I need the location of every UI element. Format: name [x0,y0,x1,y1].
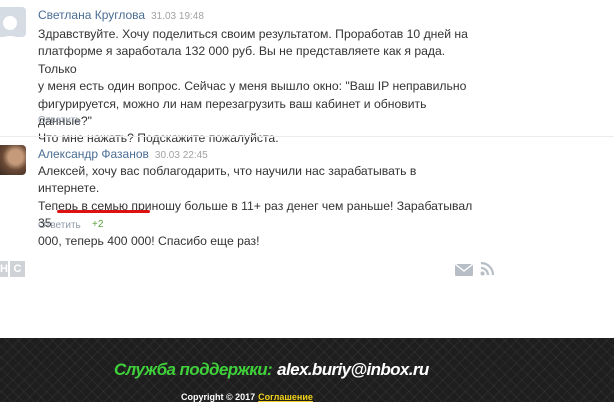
user-icon [3,16,17,37]
comment-author[interactable]: Светлана Круглова 31.03 19:48 [38,8,204,22]
copyright: Copyright © 2017 Соглашение [181,392,313,402]
comment-author[interactable]: Александр Фазанов 30.03 22:45 [38,147,208,161]
reply-link[interactable]: Ответить [38,115,81,126]
support-contact: Служба поддержки: alex.buriy@inbox.ru [114,360,429,380]
rss-icon[interactable] [480,262,494,276]
reply-link[interactable]: Ответить [38,220,81,231]
comment-date: 31.03 19:48 [151,11,204,22]
support-email[interactable]: alex.buriy@inbox.ru [277,360,429,379]
footer: Служба поддержки: alex.buriy@inbox.ru Cop… [0,338,614,402]
comment-line: Алексей, хочу вас поблагодарить, что нау… [38,164,417,196]
comment-line: Что мне нажать? Подскажите пожалуйста. [38,131,279,146]
comment-line: фигурируется, можно ли нам перезагрузить… [38,96,427,129]
share-button[interactable]: Н [0,261,8,277]
support-label: Служба поддержки: [114,360,273,379]
author-name[interactable]: Александр Фазанов [38,147,149,161]
comment-line: Теперь в семью приношу больше в 11+ раз … [38,198,473,231]
divider [0,136,614,137]
author-name[interactable]: Светлана Круглова [38,8,145,22]
mail-icon[interactable] [455,264,473,276]
highlight-underline [57,210,150,213]
comment-line: 000, теперь 400 000! Спасибо еще раз! [38,233,260,248]
avatar[interactable] [0,145,26,175]
comment-date: 30.03 22:45 [154,150,208,161]
copyright-text: Copyright © 2017 [181,392,256,402]
comment-line: платформе я заработала 132 000 руб. Вы н… [38,44,446,76]
comment-text: Алексей, хочу вас поблагодарить, что нау… [38,163,478,250]
social-share-buttons: Н С [0,261,27,277]
avatar[interactable] [0,7,26,37]
comment-line: Здравствуйте. Хочу поделиться своим резу… [38,27,468,41]
comment-line: у меня есть один вопрос. Сейчас у меня в… [38,79,467,94]
comment-text: Здравствуйте. Хочу поделиться своим резу… [38,26,478,148]
share-button[interactable]: С [10,261,25,277]
agreement-link[interactable]: Соглашение [258,392,313,402]
comment-score: +2 [92,219,104,230]
